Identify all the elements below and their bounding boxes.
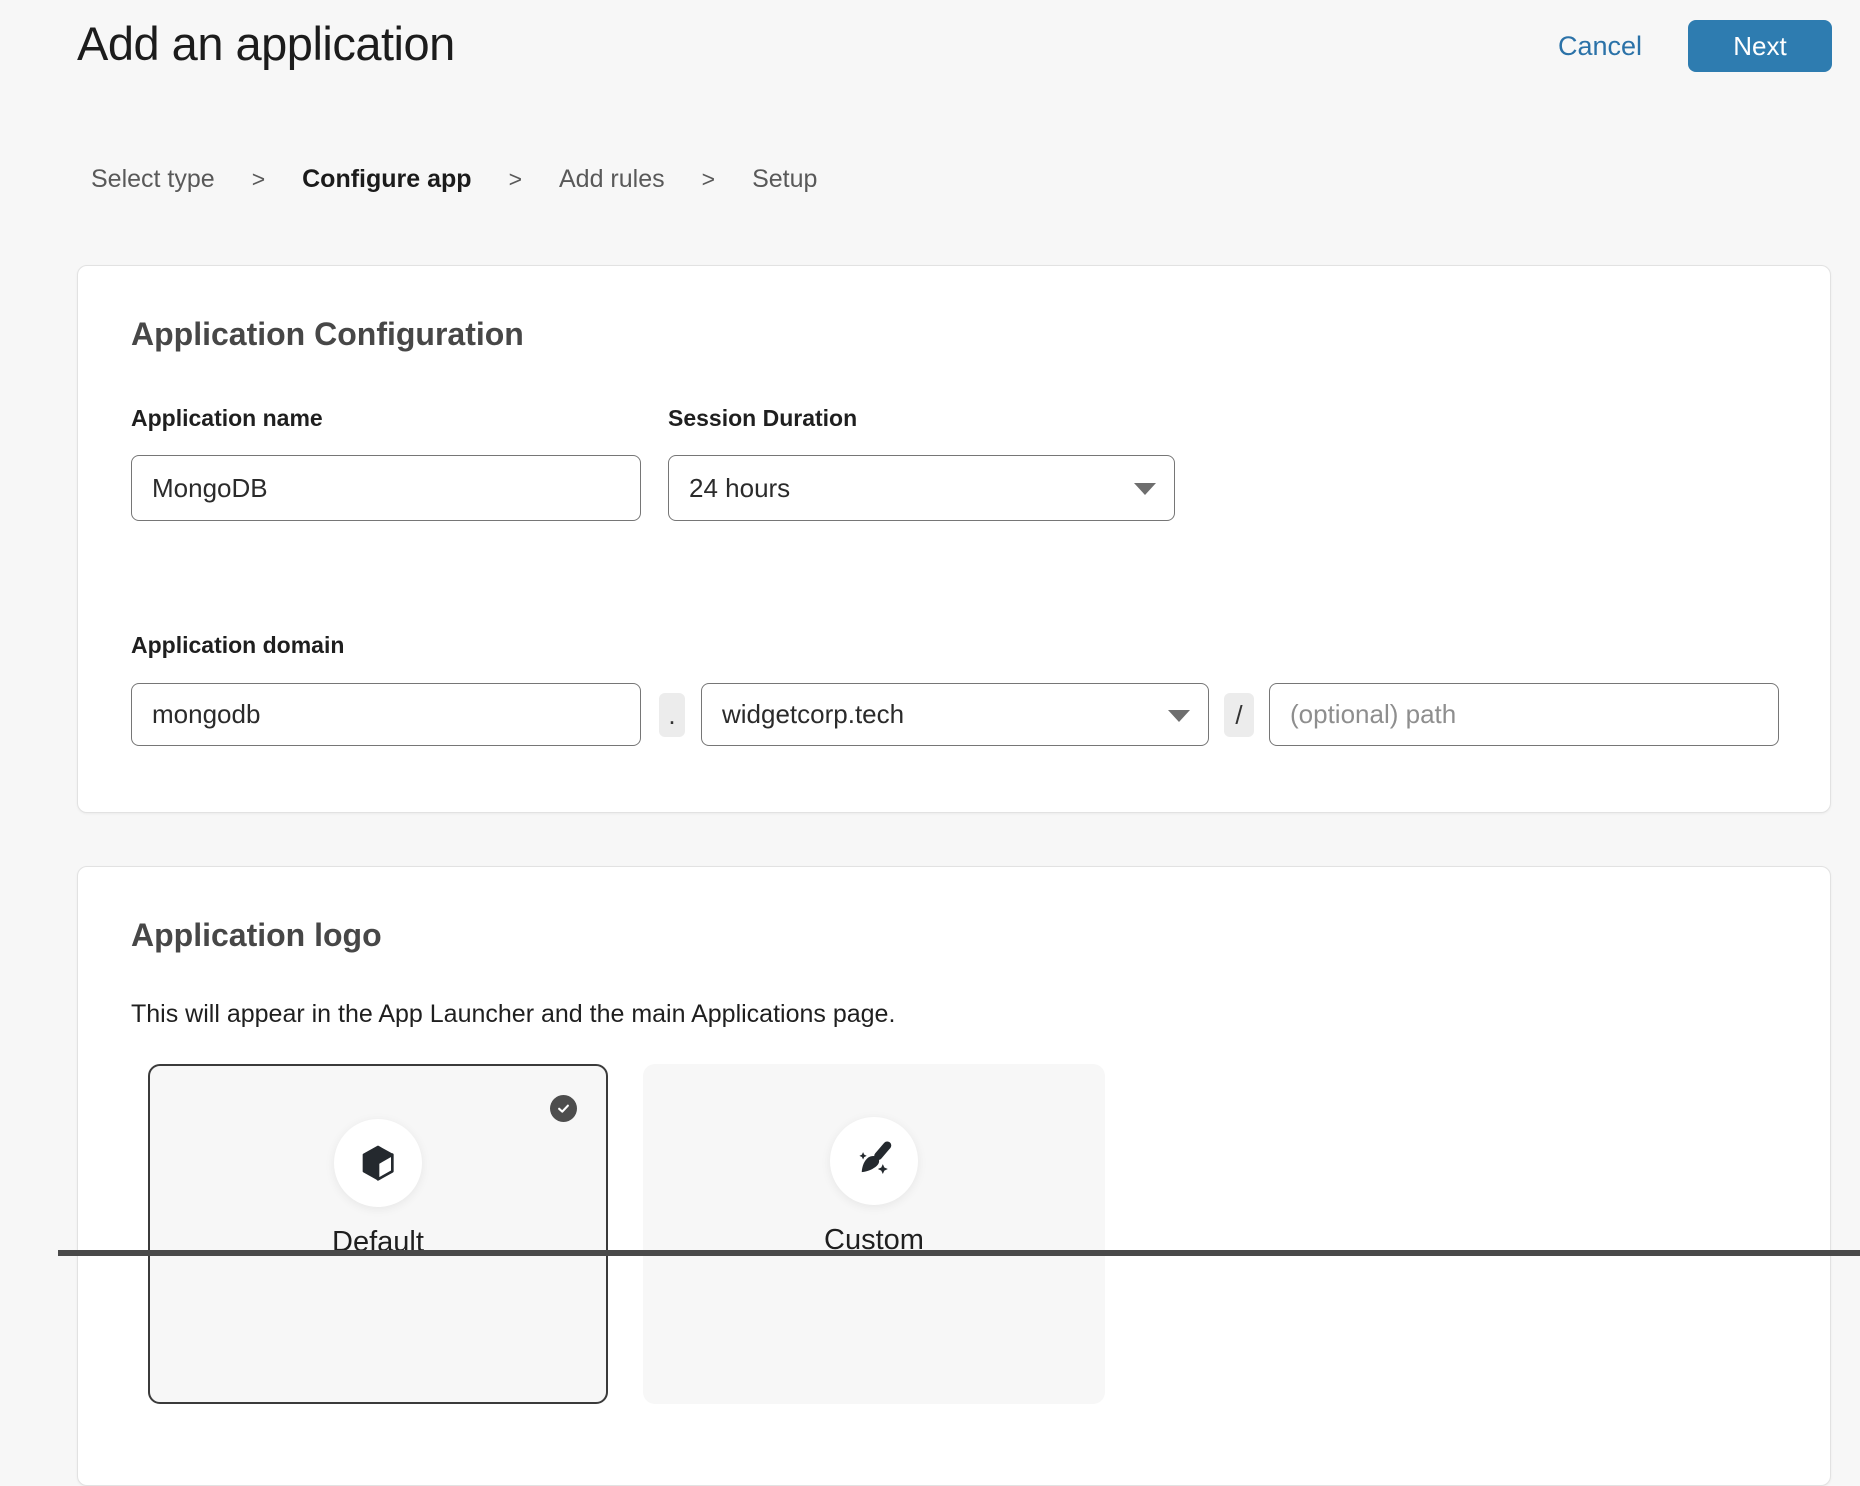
caret-down-icon	[1168, 710, 1190, 722]
slash-separator: /	[1224, 693, 1254, 737]
session-duration-label: Session Duration	[668, 405, 857, 432]
page-title: Add an application	[77, 16, 455, 71]
application-name-label: Application name	[131, 405, 323, 432]
chevron-right-icon: >	[509, 166, 522, 193]
cancel-button[interactable]: Cancel	[1558, 31, 1642, 62]
domain-select[interactable]: widgetcorp.tech	[701, 683, 1209, 746]
custom-logo-circle	[830, 1117, 918, 1205]
caret-down-icon	[1134, 483, 1156, 495]
application-logo-heading: Application logo	[131, 917, 382, 954]
application-configuration-card: Application Configuration Application na…	[77, 265, 1831, 813]
step-configure-app[interactable]: Configure app	[302, 165, 471, 194]
check-icon	[550, 1095, 577, 1122]
domain-value: widgetcorp.tech	[722, 699, 904, 730]
dot-separator: .	[659, 693, 685, 737]
subdomain-input[interactable]	[131, 683, 641, 746]
application-logo-card: Application logo This will appear in the…	[77, 866, 1831, 1486]
step-select-type[interactable]: Select type	[91, 165, 215, 194]
next-button[interactable]: Next	[1688, 20, 1832, 72]
step-add-rules[interactable]: Add rules	[559, 165, 665, 194]
paintbrush-icon	[851, 1138, 897, 1184]
chevron-right-icon: >	[252, 166, 265, 193]
application-name-input[interactable]	[131, 455, 641, 521]
window-bottom-edge	[58, 1250, 1860, 1256]
logo-option-default[interactable]: Default	[148, 1064, 608, 1404]
default-logo-circle	[334, 1119, 422, 1207]
step-setup[interactable]: Setup	[752, 165, 817, 194]
application-logo-description: This will appear in the App Launcher and…	[131, 1000, 895, 1029]
session-duration-value: 24 hours	[689, 473, 790, 504]
application-configuration-heading: Application Configuration	[131, 316, 524, 353]
application-domain-label: Application domain	[131, 632, 344, 659]
logo-option-custom[interactable]: Custom	[643, 1064, 1105, 1404]
path-input[interactable]	[1269, 683, 1779, 746]
breadcrumb: Select type > Configure app > Add rules …	[91, 165, 817, 194]
chevron-right-icon: >	[702, 166, 715, 193]
session-duration-select[interactable]: 24 hours	[668, 455, 1175, 521]
cube-icon	[358, 1143, 398, 1183]
